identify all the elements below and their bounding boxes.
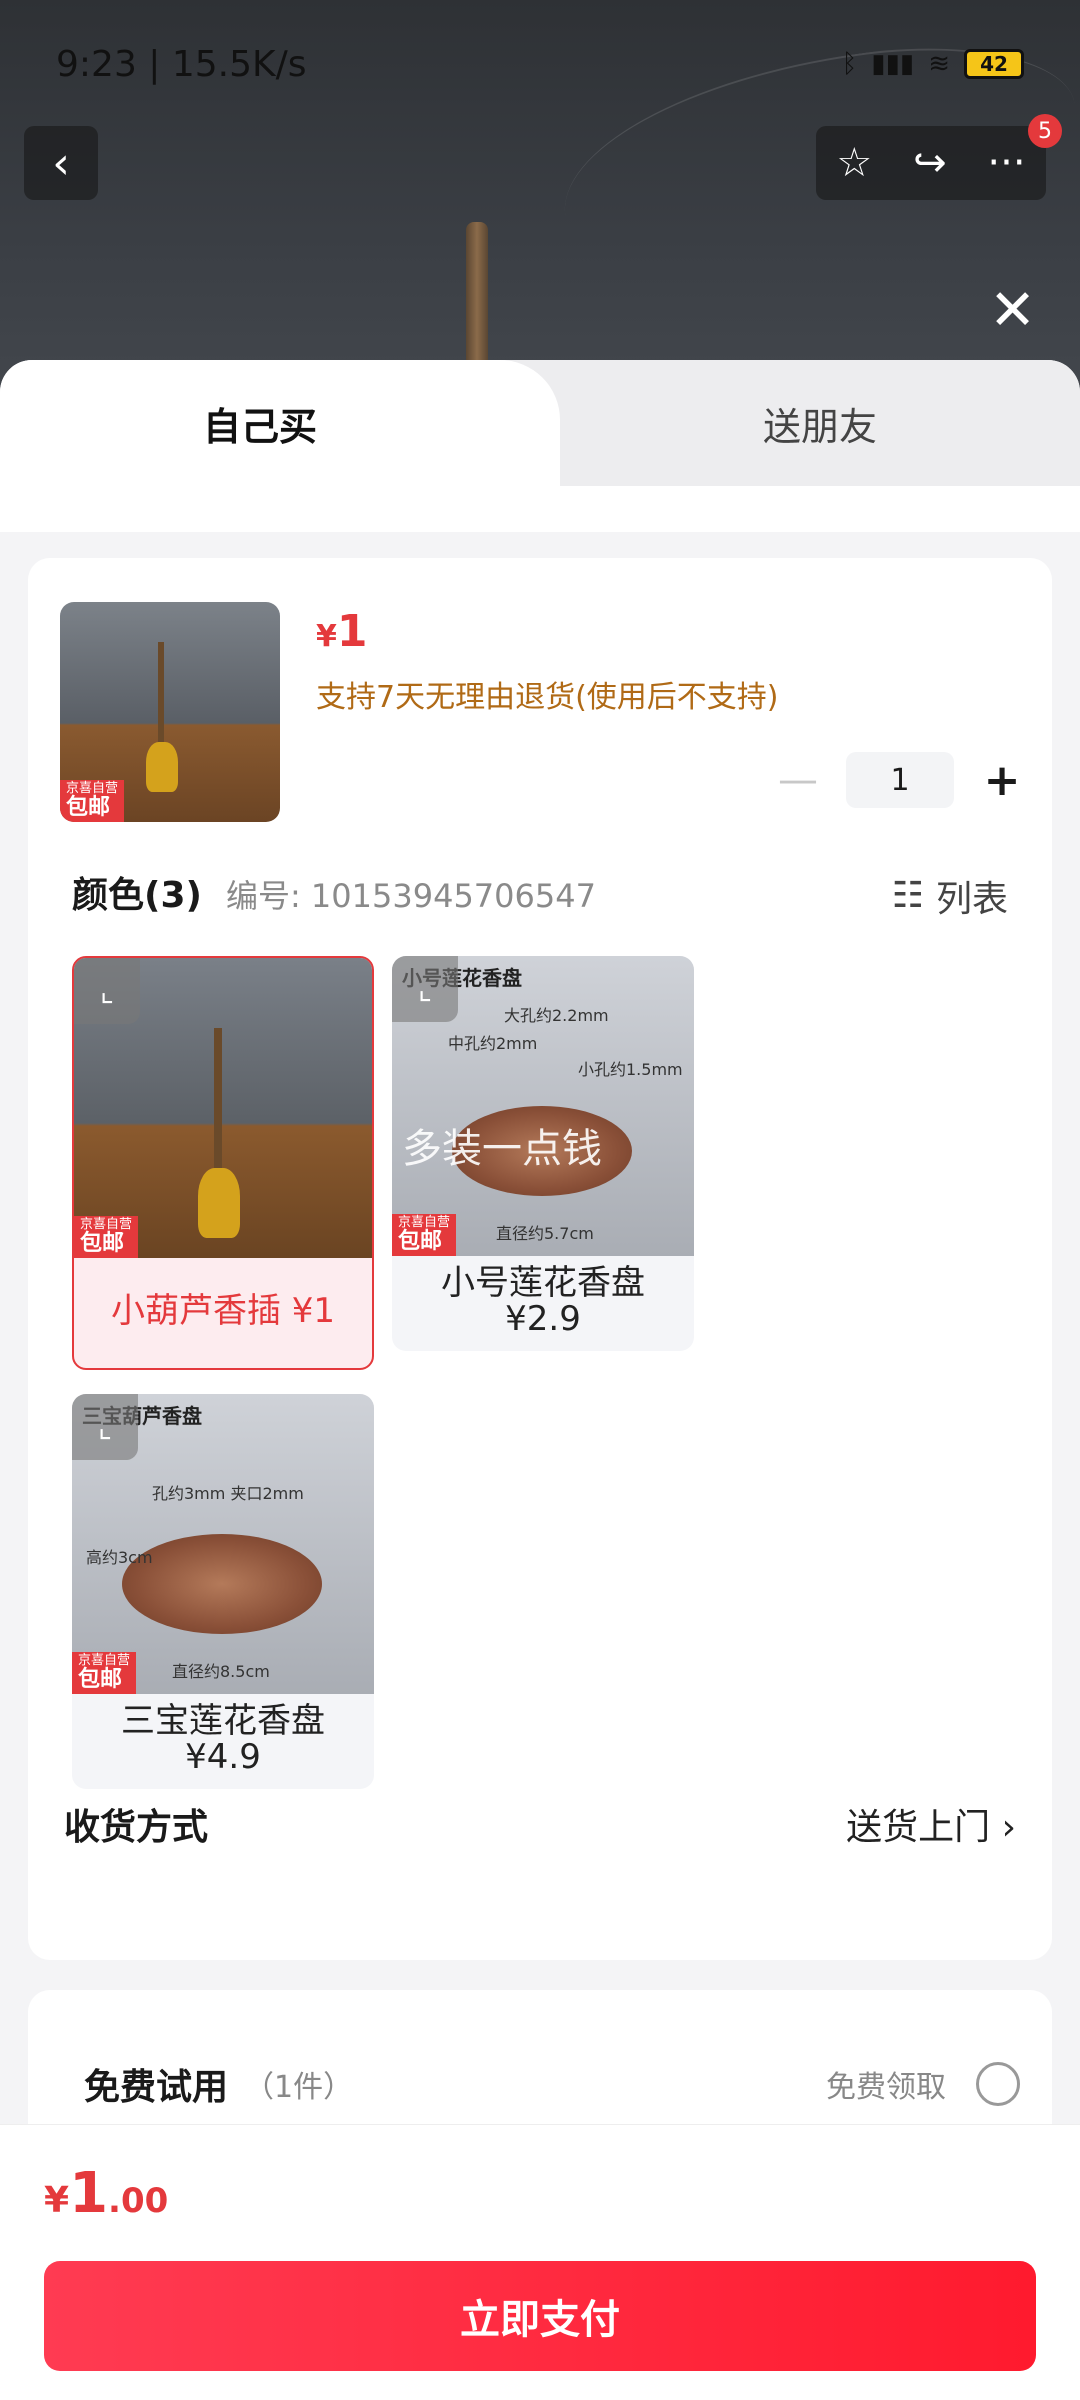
expand-icon[interactable]: ⌞: [392, 956, 458, 1022]
back-button[interactable]: ‹: [24, 126, 98, 200]
chevron-right-icon: ›: [1001, 1807, 1016, 1848]
color-title: 颜色(3): [72, 875, 202, 916]
jd-self-tag: 京喜自营 包邮: [60, 779, 125, 822]
variant-label: 三宝莲花香盘 ¥4.9: [121, 1701, 325, 1777]
bottom-pay-bar: ¥1.00 立即支付: [0, 2124, 1080, 2400]
trial-radio[interactable]: [976, 2062, 1020, 2106]
variant-option-sanbao-lotus[interactable]: 三宝葫芦香盘 孔约3mm 夹口2mm 高约3cm 直径约8.5cm ⌞ 京喜自营…: [72, 1394, 374, 1790]
bluetooth-icon: ᛒ: [841, 49, 858, 79]
status-time: 9:23 | 15.5K/s: [56, 43, 307, 85]
quantity-stepper: — 1 +: [778, 752, 1022, 808]
message-badge: 5: [1028, 114, 1062, 148]
product-thumbnail[interactable]: 京喜自营 包邮: [60, 602, 280, 822]
status-bar: 9:23 | 15.5K/s ᛒ ▮▮▮ ≋ 42: [56, 36, 1024, 92]
jd-self-tag: 京喜自营 包邮: [392, 1213, 457, 1256]
signal-icon: ▮▮▮: [871, 49, 915, 79]
variant-image: ⌞ 京喜自营 包邮: [74, 958, 372, 1258]
product-card: 京喜自营 包邮 ¥1 支持7天无理由退货(使用后不支持) — 1 + 颜色(3)…: [28, 558, 1052, 1960]
variant-label: 小葫芦香插 ¥1: [110, 1291, 336, 1331]
close-icon[interactable]: ✕: [989, 278, 1036, 343]
expand-icon[interactable]: ⌞: [72, 1394, 138, 1460]
trial-title: 免费试用: [84, 2067, 229, 2108]
trial-count: （1件）: [244, 2070, 354, 2105]
minus-icon[interactable]: —: [778, 757, 818, 803]
tab-gift-friend[interactable]: 送朋友: [560, 360, 1080, 486]
battery-icon: 42: [964, 49, 1024, 79]
list-view-button[interactable]: ☷ 列表: [892, 870, 1008, 922]
star-icon[interactable]: ☆: [836, 140, 872, 186]
shipping-value: 送货上门: [846, 1807, 991, 1848]
pay-now-button[interactable]: 立即支付: [44, 2261, 1036, 2371]
expand-icon[interactable]: ⌞: [74, 958, 140, 1024]
tab-bar: 自己买 送朋友: [0, 360, 1080, 486]
total-price: ¥1.00: [44, 2161, 169, 2226]
more-icon[interactable]: ···: [987, 140, 1025, 186]
share-icon[interactable]: ↪: [913, 140, 947, 186]
purchase-sheet: 自己买 送朋友 京喜自营 包邮 ¥1 支持7天无理由退货(使用后不支持) — 1…: [0, 360, 1080, 2400]
tab-buy-self[interactable]: 自己买: [0, 360, 560, 486]
shipping-method-row[interactable]: 收货方式 送货上门 ›: [64, 1798, 1016, 1850]
chevron-left-icon: ‹: [52, 137, 70, 189]
color-section-header: 颜色(3) 编号: 10153945706547 ☷ 列表: [72, 866, 1008, 922]
quantity-input[interactable]: 1: [846, 752, 954, 808]
promo-overlay-text: 多装一点钱: [402, 1126, 602, 1172]
variant-option-gourd[interactable]: ⌞ 京喜自营 包邮 小葫芦香插 ¥1: [72, 956, 374, 1370]
trial-claim-label: 免费领取: [826, 2070, 946, 2105]
variant-image: 小号莲花香盘 大孔约2.2mm 中孔约2mm 小孔约1.5mm 直径约5.7cm…: [392, 956, 694, 1256]
header-actions: ☆ ↪ ··· 5: [816, 114, 1062, 200]
product-price: ¥1: [316, 606, 368, 657]
list-icon: ☷: [891, 875, 924, 916]
return-policy-note: 支持7天无理由退货(使用后不支持): [316, 680, 779, 715]
variant-image: 三宝葫芦香盘 孔约3mm 夹口2mm 高约3cm 直径约8.5cm ⌞ 京喜自营…: [72, 1394, 374, 1694]
variant-label: 小号莲花香盘 ¥2.9: [441, 1263, 645, 1339]
jd-self-tag: 京喜自营 包邮: [74, 1215, 139, 1258]
wifi-icon: ≋: [928, 49, 950, 79]
variant-option-small-lotus[interactable]: 小号莲花香盘 大孔约2.2mm 中孔约2mm 小孔约1.5mm 直径约5.7cm…: [392, 956, 694, 1352]
sku-number: 编号: 10153945706547: [225, 877, 596, 915]
plus-icon[interactable]: +: [982, 755, 1022, 806]
jd-self-tag: 京喜自营 包邮: [72, 1651, 137, 1694]
free-trial-row: 免费试用 （1件） 免费领取: [84, 2058, 1020, 2110]
shipping-title: 收货方式: [64, 1807, 209, 1848]
